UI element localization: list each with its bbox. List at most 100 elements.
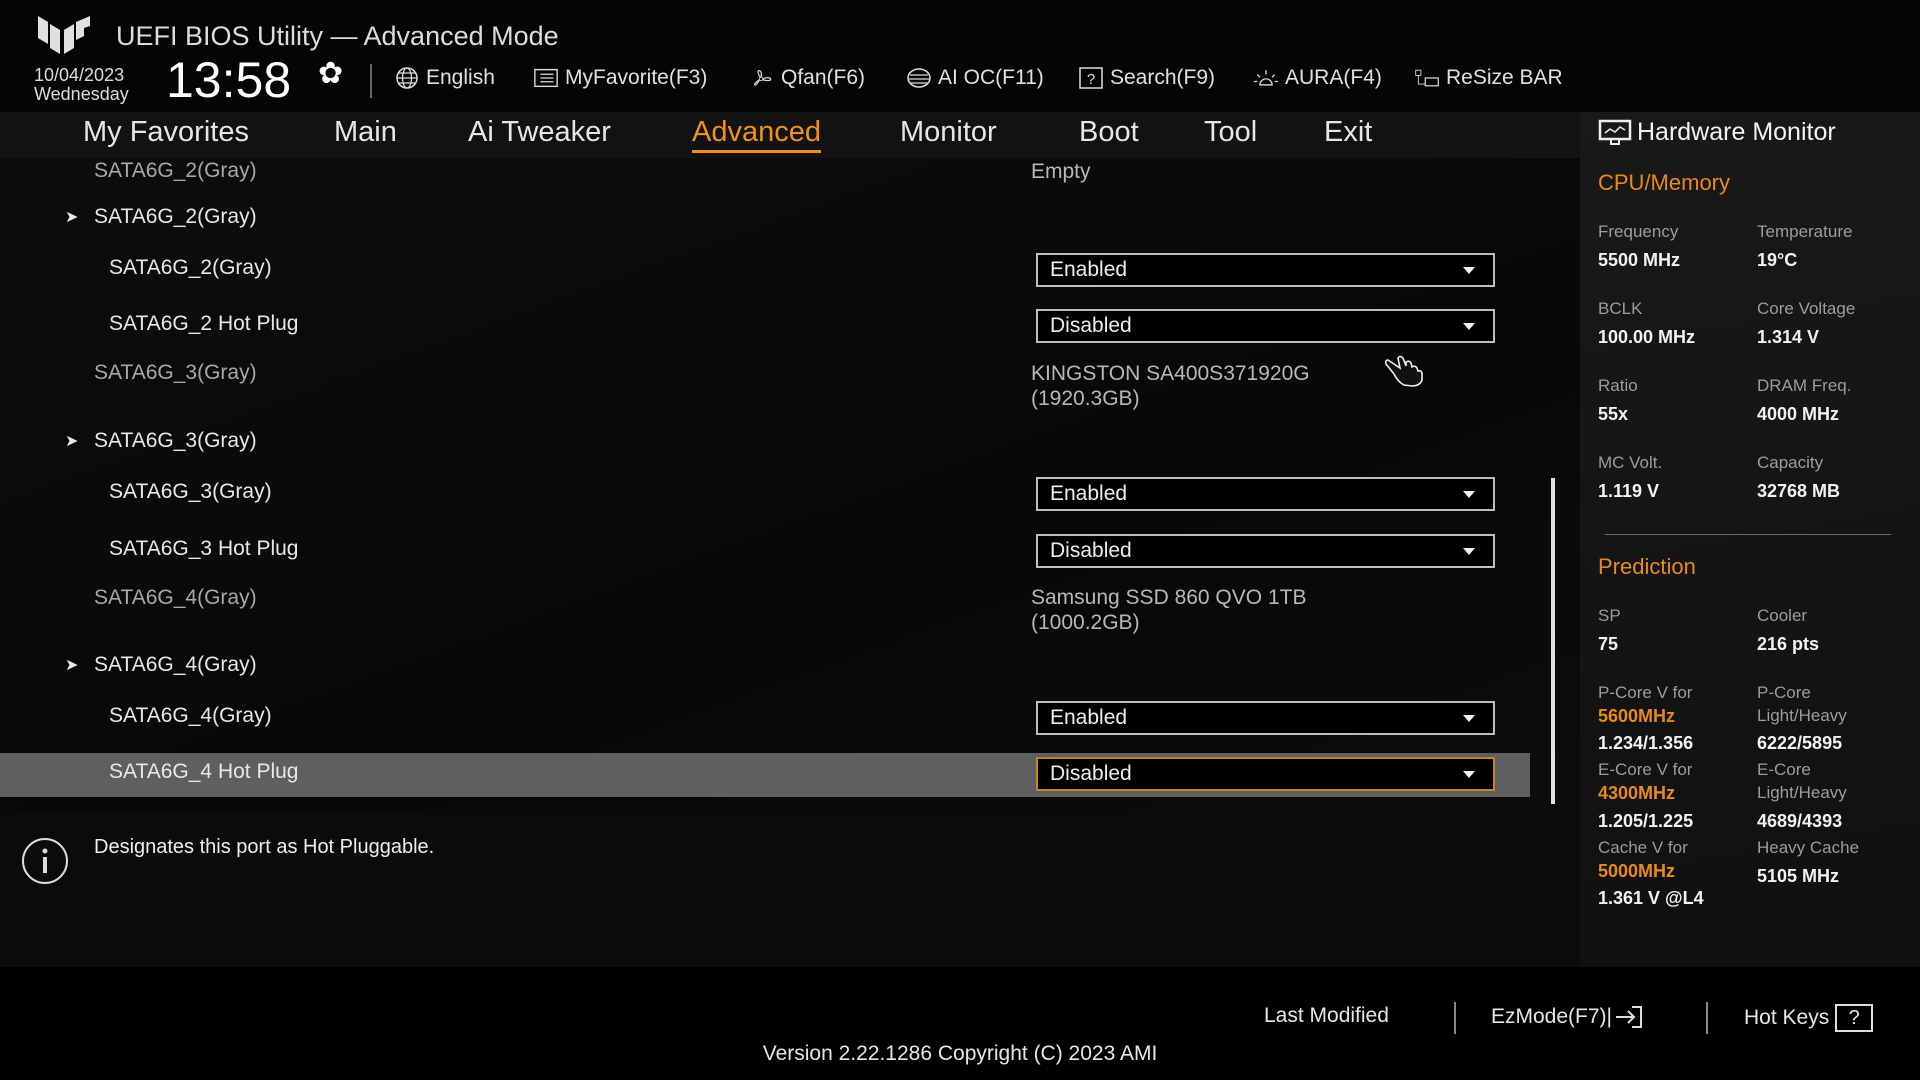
tab-boot[interactable]: Boot — [1079, 116, 1139, 149]
settings-gear-icon[interactable]: ✿ — [318, 56, 343, 91]
tab-advanced[interactable]: Advanced — [692, 116, 821, 153]
myfavorite-button[interactable]: MyFavorite(F3) — [533, 66, 707, 90]
help-question-icon: ? — [1835, 1004, 1874, 1032]
pcore-v-value: 1.234/1.356 — [1598, 733, 1694, 753]
chevron-down-icon — [1463, 267, 1475, 274]
prediction-heading: Prediction — [1598, 554, 1696, 579]
dropdown-value: Enabled — [1050, 706, 1128, 729]
date-display: 10/04/2023 Wednesday — [34, 66, 129, 104]
device-info-value: Empty — [1031, 160, 1091, 183]
resize-bar-button[interactable]: ReSize BAR — [1414, 66, 1563, 90]
favorite-list-icon — [534, 68, 558, 88]
option-label: SATA6G_3(Gray) — [109, 480, 272, 503]
sata6g-2-hotplug-dropdown[interactable]: Disabled — [1036, 309, 1495, 343]
divider — [1605, 534, 1891, 535]
dropdown-value: Disabled — [1050, 314, 1132, 337]
sata6g-3-enable-dropdown[interactable]: Enabled — [1036, 477, 1495, 511]
heavy-cache-value: 5105 MHz — [1757, 866, 1840, 886]
hot-keys-label: Hot Keys — [1744, 1006, 1830, 1029]
pcore-v-freq: 5600MHz — [1598, 706, 1676, 726]
tab-monitor[interactable]: Monitor — [900, 116, 997, 149]
device-info-value: Samsung SSD 860 QVO 1TB (1000.2GB) — [1031, 585, 1306, 635]
submenu-sata6g-3[interactable]: SATA6G_3(Gray) — [94, 429, 257, 453]
sata6g-4-enable-dropdown[interactable]: Enabled — [1036, 701, 1495, 735]
ecore-v-label: E-Core V for — [1598, 760, 1693, 779]
device-size: (1920.3GB) — [1031, 387, 1140, 410]
submenu-arrow-icon: ➤ — [65, 657, 79, 674]
submenu-sata6g-4[interactable]: SATA6G_4(Gray) — [94, 653, 257, 677]
frequency-value: 5500 MHz — [1598, 250, 1681, 270]
last-modified-button[interactable]: Last Modified — [1264, 1004, 1389, 1028]
ezmode-button[interactable]: EzMode(F7)| — [1491, 1004, 1644, 1030]
chevron-down-icon — [1463, 323, 1475, 330]
qfan-button[interactable]: Qfan(F6) — [749, 66, 865, 90]
language-label: English — [426, 66, 495, 89]
info-icon — [22, 838, 68, 884]
monitor-icon — [1598, 119, 1632, 145]
scrollbar[interactable] — [1551, 478, 1555, 804]
dropdown-value: Disabled — [1050, 539, 1132, 562]
tab-ai-tweaker[interactable]: Ai Tweaker — [468, 116, 611, 149]
mc-volt-label: MC Volt. — [1598, 453, 1663, 472]
hot-keys-button[interactable]: Hot Keys ? — [1744, 1004, 1874, 1032]
qfan-label: Qfan(F6) — [781, 66, 866, 89]
hardware-monitor-title: Hardware Monitor — [1637, 118, 1836, 146]
pcore-lh-label: P-Core — [1757, 683, 1811, 702]
ai-oc-label: AI OC(F11) — [938, 66, 1044, 89]
device-info-label: SATA6G_2(Gray) — [94, 159, 257, 182]
chevron-down-icon — [1463, 771, 1475, 778]
chevron-down-icon — [1463, 491, 1475, 498]
pcore-lh-value: 6222/5895 — [1757, 733, 1843, 753]
resize-bar-icon — [1415, 69, 1439, 87]
ai-chip-icon — [907, 68, 931, 88]
sp-value: 75 — [1598, 634, 1619, 654]
tab-my-favorites[interactable]: My Favorites — [83, 116, 249, 149]
help-text: Designates this port as Hot Pluggable. — [94, 836, 435, 858]
capacity-value: 32768 MB — [1757, 481, 1841, 501]
dropdown-value: Enabled — [1050, 258, 1128, 281]
cooler-label: Cooler — [1757, 606, 1808, 625]
option-label: SATA6G_3 Hot Plug — [109, 537, 299, 560]
cache-v-value: 1.361 V @L4 — [1598, 888, 1704, 908]
bclk-label: BCLK — [1598, 299, 1643, 318]
tab-tool[interactable]: Tool — [1204, 116, 1257, 149]
heavy-cache-label: Heavy Cache — [1757, 838, 1860, 857]
exit-arrow-icon — [1616, 1006, 1642, 1028]
temperature-value: 19°C — [1757, 250, 1798, 270]
ecore-v-value: 1.205/1.225 — [1598, 811, 1694, 831]
sata6g-2-enable-dropdown[interactable]: Enabled — [1036, 253, 1495, 287]
language-button[interactable]: English — [394, 66, 495, 90]
svg-text:?: ? — [1087, 71, 1095, 88]
cooler-value: 216 pts — [1757, 634, 1820, 654]
ecore-v-freq: 4300MHz — [1598, 783, 1676, 803]
option-label: SATA6G_4(Gray) — [109, 704, 272, 727]
submenu-sata6g-2[interactable]: SATA6G_2(Gray) — [94, 205, 257, 229]
ai-oc-button[interactable]: AI OC(F11) — [906, 66, 1044, 90]
aura-button[interactable]: AURA(F4) — [1253, 66, 1382, 90]
divider — [370, 64, 372, 98]
pcore-lh-label2: Light/Heavy — [1757, 706, 1847, 725]
tab-exit[interactable]: Exit — [1324, 116, 1372, 149]
submenu-arrow-icon: ➤ — [65, 209, 79, 226]
option-label: SATA6G_2(Gray) — [109, 256, 272, 279]
chevron-down-icon — [1463, 548, 1475, 555]
pcore-v-label: P-Core V for — [1598, 683, 1693, 702]
capacity-label: Capacity — [1757, 453, 1824, 472]
weekday: Wednesday — [34, 84, 129, 104]
device-name: Samsung SSD 860 QVO 1TB — [1031, 586, 1307, 609]
device-size: (1000.2GB) — [1031, 611, 1140, 634]
search-button[interactable]: ? Search(F9) — [1078, 66, 1215, 90]
ecore-lh-label: E-Core — [1757, 760, 1811, 779]
device-name: KINGSTON SA400S371920G — [1031, 362, 1310, 385]
bclk-value: 100.00 MHz — [1598, 327, 1696, 347]
tab-main[interactable]: Main — [334, 116, 397, 149]
sata6g-3-hotplug-dropdown[interactable]: Disabled — [1036, 534, 1495, 568]
date: 10/04/2023 — [34, 65, 125, 85]
ecore-lh-label2: Light/Heavy — [1757, 783, 1847, 802]
sata6g-4-hotplug-dropdown[interactable]: Disabled — [1036, 757, 1495, 791]
app-title: UEFI BIOS Utility — Advanced Mode — [116, 21, 559, 51]
aura-label: AURA(F4) — [1285, 66, 1382, 89]
dropdown-value: Enabled — [1050, 482, 1128, 505]
cpu-memory-heading: CPU/Memory — [1598, 170, 1731, 195]
core-voltage-label: Core Voltage — [1757, 299, 1856, 318]
